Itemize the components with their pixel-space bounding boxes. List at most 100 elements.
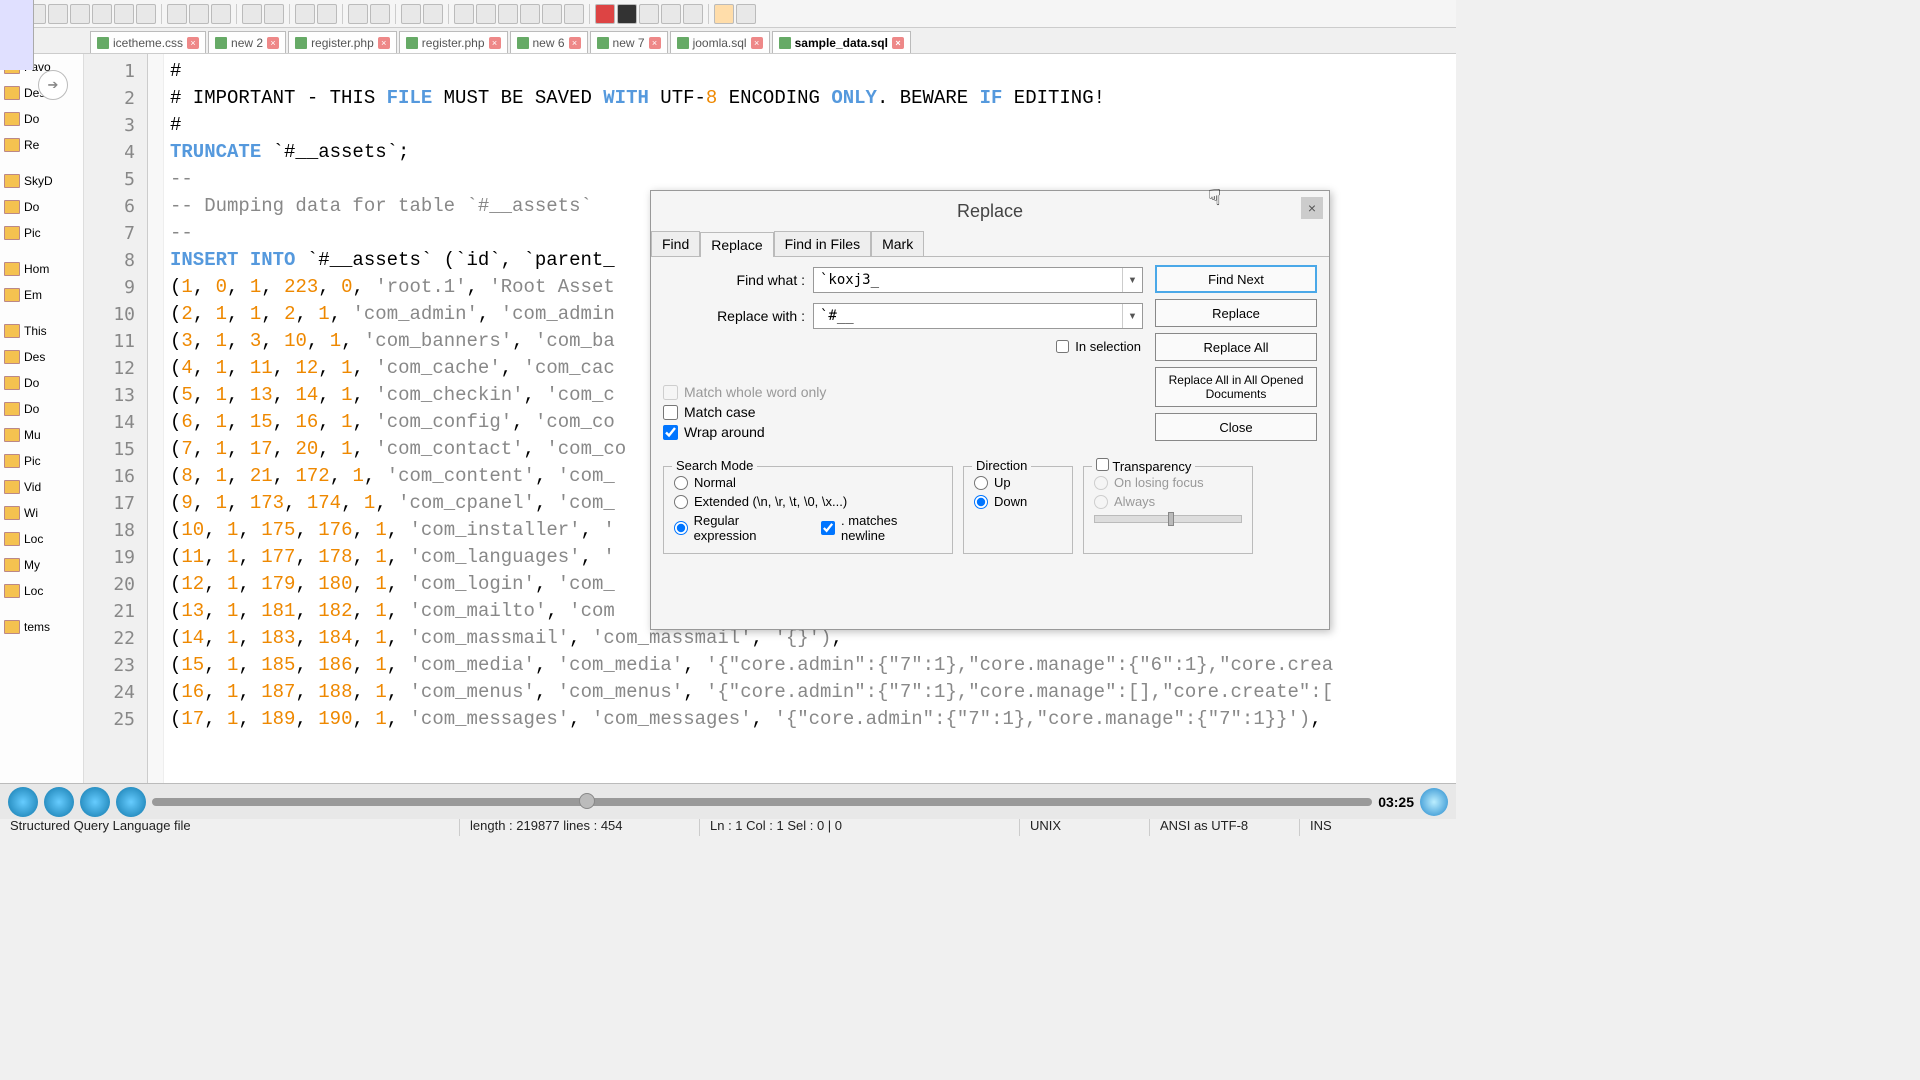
tree-item[interactable] (0, 308, 83, 318)
redo-icon[interactable] (264, 4, 284, 24)
tab-close-icon[interactable]: × (569, 37, 581, 49)
tree-item[interactable]: SkyD (0, 168, 83, 194)
dir-up-radio[interactable] (974, 476, 988, 490)
play-icon[interactable] (639, 4, 659, 24)
dialog-tab[interactable]: Find (651, 231, 700, 256)
find-next-button[interactable]: Find Next (1155, 265, 1317, 293)
document-tab[interactable]: joomla.sql× (670, 31, 770, 53)
save-macro-icon[interactable] (683, 4, 703, 24)
player-track[interactable] (152, 798, 1372, 806)
document-tab[interactable]: register.php× (399, 31, 508, 53)
copy-icon[interactable] (189, 4, 209, 24)
player-next-icon[interactable] (116, 787, 146, 817)
player-play-icon[interactable] (80, 787, 110, 817)
player-prev-icon[interactable] (8, 787, 38, 817)
wrap-icon[interactable] (454, 4, 474, 24)
tree-item[interactable] (0, 604, 83, 614)
tree-item[interactable] (0, 158, 83, 168)
tree-item[interactable]: Em (0, 282, 83, 308)
undo-icon[interactable] (242, 4, 262, 24)
dialog-titlebar[interactable]: Replace × (651, 191, 1329, 231)
tree-item[interactable]: tems (0, 614, 83, 640)
cut-icon[interactable] (167, 4, 187, 24)
fold-gutter[interactable] (148, 54, 164, 798)
tree-item[interactable]: Pic (0, 448, 83, 474)
save-all-icon[interactable] (70, 4, 90, 24)
tree-item[interactable]: Pic (0, 220, 83, 246)
dot-newline-checkbox[interactable] (821, 521, 835, 535)
player-info-icon[interactable] (1420, 788, 1448, 816)
print-icon[interactable] (136, 4, 156, 24)
folder-icon[interactable] (564, 4, 584, 24)
replace-all-button[interactable]: Replace All (1155, 333, 1317, 361)
tree-item[interactable]: Loc (0, 526, 83, 552)
indent-icon[interactable] (498, 4, 518, 24)
zoom-out-icon[interactable] (370, 4, 390, 24)
tree-item[interactable]: Do (0, 370, 83, 396)
sync-v-icon[interactable] (401, 4, 421, 24)
mode-normal-radio[interactable] (674, 476, 688, 490)
explorer-icon[interactable] (736, 4, 756, 24)
expand-arrow-icon[interactable]: ➔ (38, 70, 68, 100)
stop-icon[interactable] (617, 4, 637, 24)
find-icon[interactable] (295, 4, 315, 24)
tab-close-icon[interactable]: × (892, 37, 904, 49)
dropdown-icon[interactable]: ▾ (1122, 304, 1142, 328)
zoom-in-icon[interactable] (348, 4, 368, 24)
tree-item[interactable]: Do (0, 106, 83, 132)
tab-close-icon[interactable]: × (187, 37, 199, 49)
transparency-checkbox[interactable] (1096, 458, 1109, 471)
document-tab[interactable]: icetheme.css× (90, 31, 206, 53)
doc-map-icon[interactable] (520, 4, 540, 24)
player-knob[interactable] (579, 793, 595, 809)
wrap-checkbox[interactable] (663, 425, 678, 440)
find-input[interactable]: `koxj3_▾ (813, 267, 1143, 293)
dialog-close-icon[interactable]: × (1301, 197, 1323, 219)
tree-item[interactable]: This (0, 318, 83, 344)
func-list-icon[interactable] (542, 4, 562, 24)
match-case-checkbox[interactable] (663, 405, 678, 420)
tab-close-icon[interactable]: × (751, 37, 763, 49)
tree-item[interactable]: Hom (0, 256, 83, 282)
tab-close-icon[interactable]: × (267, 37, 279, 49)
tree-item[interactable]: My (0, 552, 83, 578)
document-tab[interactable]: new 7× (590, 31, 668, 53)
file-tree-sidebar[interactable]: FavoDesDoReSkyDDoPicHomEmThisDesDoDoMuPi… (0, 54, 84, 798)
tree-item[interactable]: Loc (0, 578, 83, 604)
dir-down-radio[interactable] (974, 495, 988, 509)
record-icon[interactable] (595, 4, 615, 24)
tree-item[interactable]: Do (0, 396, 83, 422)
close-button[interactable]: Close (1155, 413, 1317, 441)
tree-item[interactable]: Re (0, 132, 83, 158)
save-icon[interactable] (48, 4, 68, 24)
mode-regex-radio[interactable] (674, 521, 688, 535)
document-tab[interactable]: new 2× (208, 31, 286, 53)
tab-close-icon[interactable]: × (649, 37, 661, 49)
dialog-tab[interactable]: Find in Files (774, 231, 871, 256)
sync-h-icon[interactable] (423, 4, 443, 24)
dialog-tab[interactable]: Replace (700, 232, 773, 257)
document-tab[interactable]: sample_data.sql× (772, 31, 911, 53)
close-icon[interactable] (92, 4, 112, 24)
tree-item[interactable]: Wi (0, 500, 83, 526)
document-tab[interactable]: new 6× (510, 31, 588, 53)
replace-all-docs-button[interactable]: Replace All in All Opened Documents (1155, 367, 1317, 407)
mode-extended-radio[interactable] (674, 495, 688, 509)
replace-icon[interactable] (317, 4, 337, 24)
spellcheck-icon[interactable] (714, 4, 734, 24)
dropdown-icon[interactable]: ▾ (1122, 268, 1142, 292)
tree-item[interactable] (0, 246, 83, 256)
tree-item[interactable]: Des (0, 344, 83, 370)
show-all-icon[interactable] (476, 4, 496, 24)
close-all-icon[interactable] (114, 4, 134, 24)
tree-item[interactable]: Vid (0, 474, 83, 500)
tree-item[interactable]: Do (0, 194, 83, 220)
tab-close-icon[interactable]: × (489, 37, 501, 49)
document-tab[interactable]: register.php× (288, 31, 397, 53)
in-selection-checkbox[interactable] (1056, 340, 1069, 353)
player-rewind-icon[interactable] (44, 787, 74, 817)
paste-icon[interactable] (211, 4, 231, 24)
tree-item[interactable]: Mu (0, 422, 83, 448)
replace-input[interactable]: `#__▾ (813, 303, 1143, 329)
replace-button[interactable]: Replace (1155, 299, 1317, 327)
